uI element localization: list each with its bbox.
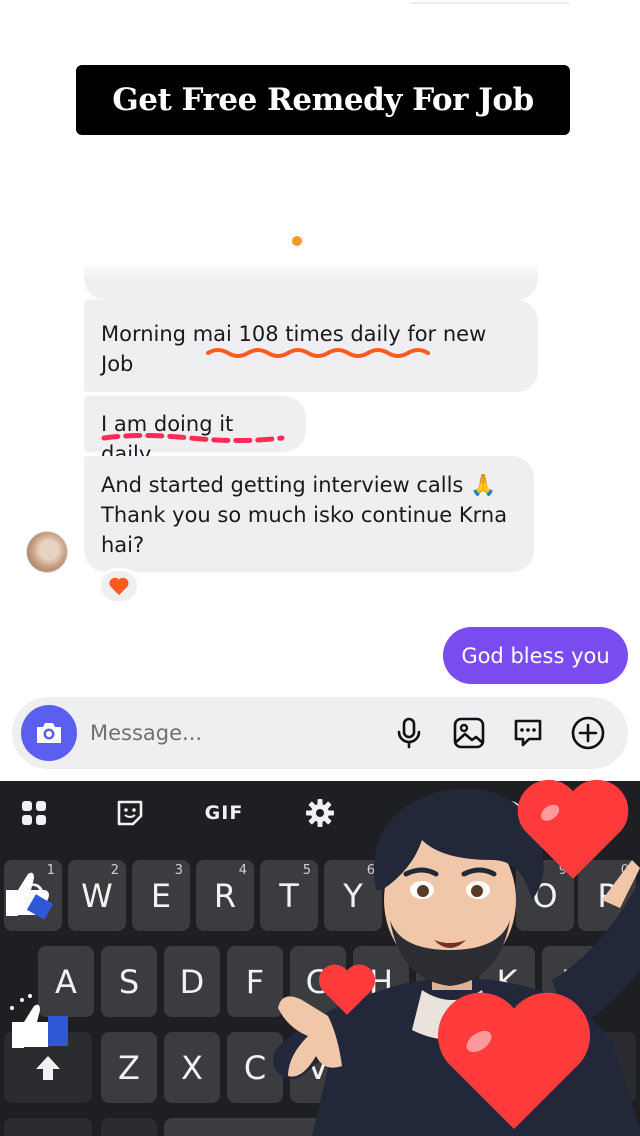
enter-key[interactable] <box>548 1118 636 1136</box>
key-p[interactable]: P0 <box>578 860 636 931</box>
key-y[interactable]: Y6 <box>324 860 382 931</box>
gallery-icon <box>453 717 485 749</box>
avatar[interactable] <box>26 531 68 573</box>
heart-icon <box>109 577 129 596</box>
orange-underline <box>206 348 430 358</box>
key-j[interactable]: J <box>416 946 472 1017</box>
key-g[interactable]: G <box>290 946 346 1017</box>
key-i[interactable]: I8 <box>452 860 510 931</box>
shift-key[interactable] <box>4 1032 92 1103</box>
key-l[interactable]: L <box>542 946 598 1017</box>
banner-title: Get Free Remedy For Job <box>112 82 534 118</box>
key-x[interactable]: X <box>164 1032 220 1103</box>
emoji-sticker-icon <box>117 800 143 826</box>
sent-message[interactable]: God bless you <box>443 627 628 684</box>
camera-icon <box>37 723 61 743</box>
top-divider <box>410 2 570 4</box>
key-t[interactable]: T5 <box>260 860 318 931</box>
camera-button[interactable] <box>21 705 77 761</box>
key-s[interactable]: S <box>101 946 157 1017</box>
settings-button[interactable] <box>302 795 338 831</box>
sticker-icon <box>514 719 542 747</box>
key-v[interactable]: V <box>290 1032 346 1103</box>
key-z[interactable]: Z <box>101 1032 157 1103</box>
emoji-key[interactable] <box>101 1118 157 1136</box>
message-composer <box>12 697 628 769</box>
backspace-key[interactable] <box>548 1032 636 1103</box>
symbols-key[interactable] <box>4 1118 92 1136</box>
message-input[interactable] <box>90 713 380 753</box>
title-banner: Get Free Remedy For Job <box>76 65 570 135</box>
apps-grid-button[interactable] <box>16 795 52 831</box>
key-a[interactable]: A <box>38 946 94 1017</box>
apps-grid-icon <box>22 801 46 825</box>
key-d[interactable]: D <box>164 946 220 1017</box>
key-c[interactable]: C <box>227 1032 283 1103</box>
key-m[interactable]: M <box>479 1032 535 1103</box>
key-n[interactable]: N <box>416 1032 472 1103</box>
key-w[interactable]: W2 <box>68 860 126 931</box>
orange-dot <box>292 236 302 246</box>
settings-gear-icon <box>306 799 334 827</box>
message-bubble-partial <box>84 262 538 300</box>
space-key[interactable] <box>164 1118 534 1136</box>
keyboard: GIF Q1 W2 E3 R4 T5 Y6 U7 I8 O9 P0 A S D … <box>0 781 640 1136</box>
key-r[interactable]: R4 <box>196 860 254 931</box>
key-f[interactable]: F <box>227 946 283 1017</box>
gallery-button[interactable] <box>450 714 488 752</box>
message-text: And started getting interview calls 🙏 Th… <box>101 473 508 557</box>
key-o[interactable]: O9 <box>516 860 574 931</box>
key-q[interactable]: Q1 <box>4 860 62 931</box>
gif-button[interactable]: GIF <box>196 795 252 831</box>
message-text: God bless you <box>461 643 610 668</box>
heart-reaction[interactable] <box>98 568 140 604</box>
sticker-button[interactable] <box>509 714 547 752</box>
key-k[interactable]: K <box>479 946 535 1017</box>
key-u[interactable]: U7 <box>388 860 446 931</box>
received-message-3[interactable]: And started getting interview calls 🙏 Th… <box>84 456 534 572</box>
red-dashed-underline <box>101 433 285 443</box>
backspace-icon <box>575 1055 608 1080</box>
key-b[interactable]: B <box>353 1032 409 1103</box>
plus-button[interactable] <box>569 714 607 752</box>
microphone-button[interactable] <box>390 714 428 752</box>
shift-icon <box>36 1055 60 1080</box>
sticker-keyboard-button[interactable] <box>112 795 148 831</box>
emoji-icon <box>498 801 522 825</box>
key-e[interactable]: E3 <box>132 860 190 931</box>
key-h[interactable]: H <box>353 946 409 1017</box>
plus-icon <box>571 716 605 750</box>
emoji-button[interactable] <box>492 795 528 831</box>
microphone-icon <box>397 717 421 749</box>
